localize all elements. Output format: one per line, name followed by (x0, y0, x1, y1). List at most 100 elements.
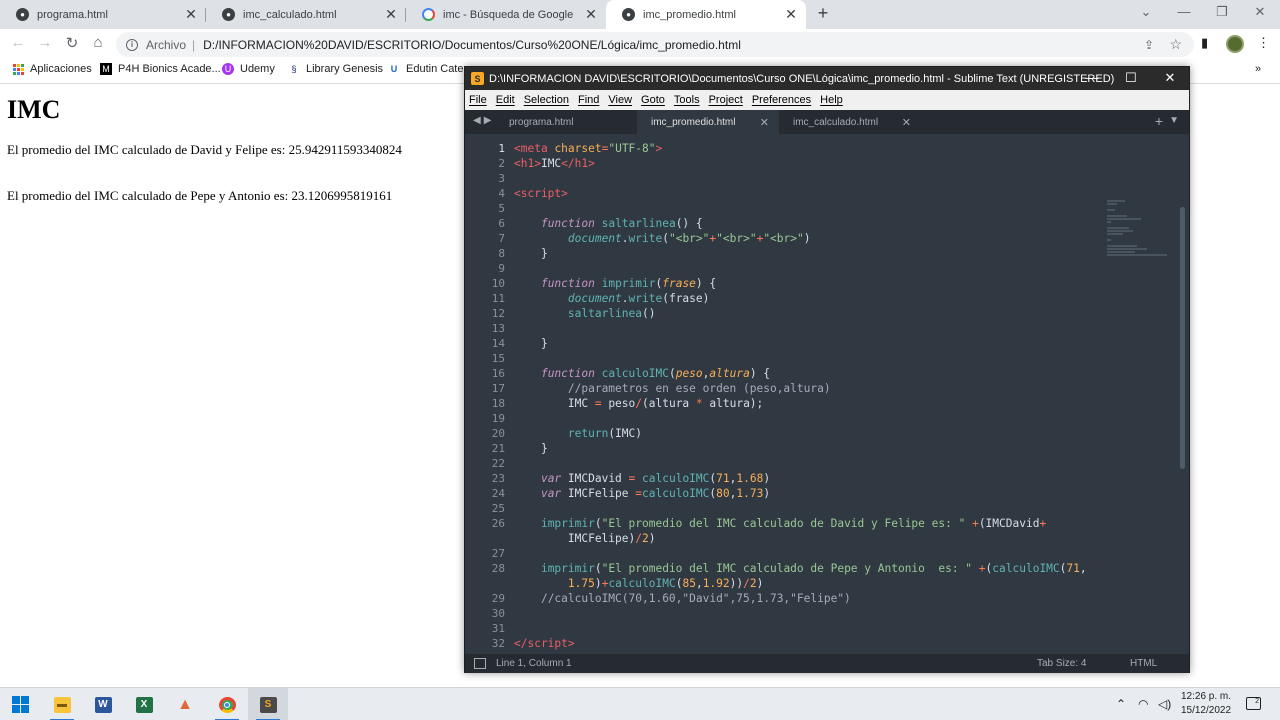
menu-goto[interactable]: Goto (641, 94, 665, 106)
menu-project[interactable]: Project (709, 94, 743, 106)
line-number: 13 (491, 322, 505, 335)
bookmark-star-icon[interactable]: ☆ (1169, 36, 1182, 53)
result-line-david-felipe: El promedio del IMC calculado de David y… (7, 142, 402, 157)
word-icon[interactable]: W (83, 688, 123, 720)
more-bookmarks-icon[interactable]: » (1255, 63, 1261, 75)
menu-selection[interactable]: Selection (524, 94, 569, 106)
tab-label: programa.html (37, 8, 108, 21)
syntax-indicator[interactable]: HTML (1130, 658, 1157, 669)
menu-tools[interactable]: Tools (674, 94, 700, 106)
close-window-icon[interactable]: ✕ (1160, 70, 1180, 86)
windows-taskbar: ▬ W X ▲ S ⌃ ◠ ◁) 12:26 p. m. 15/12/2022 … (0, 687, 1280, 720)
tab-label: imc_promedio.html (643, 8, 736, 21)
browser-tab-google-search[interactable]: imc - Búsqueda de Google ✕ (406, 0, 606, 29)
wifi-icon[interactable]: ◠ (1138, 697, 1148, 711)
bookmark-edutin[interactable]: U Edutin Categ (388, 63, 470, 75)
line-number: 17 (491, 382, 505, 395)
restore-icon[interactable]: ❐ (1212, 4, 1232, 20)
sublime-text-window: S D:\INFORMACION DAVID\ESCRITORIO\Docume… (464, 66, 1190, 673)
security-label: Archivo (146, 37, 187, 52)
cursor-position: Line 1, Column 1 (496, 658, 572, 669)
menu-edit[interactable]: Edit (496, 94, 515, 106)
bookmark-udemy[interactable]: U Udemy (222, 63, 275, 75)
sublime-title-bar[interactable]: S D:\INFORMACION DAVID\ESCRITORIO\Docume… (465, 67, 1189, 90)
matlab-icon[interactable]: ▲ (165, 688, 205, 720)
menu-help[interactable]: Help (820, 94, 843, 106)
forward-arrow-icon[interactable]: → (35, 34, 55, 51)
address-bar[interactable]: i Archivo | D:/INFORMACION%20DAVID/ESCRI… (116, 32, 1194, 57)
side-panel-icon[interactable]: ▮ (1201, 35, 1208, 51)
minimize-icon[interactable]: — (1082, 70, 1102, 85)
home-icon[interactable]: ⌂ (88, 34, 108, 51)
chevron-up-icon[interactable]: ⌃ (1116, 697, 1126, 711)
avatar[interactable] (1226, 35, 1244, 53)
line-number: 10 (491, 277, 505, 290)
more-menu-icon[interactable]: ⋮ (1257, 35, 1270, 51)
menu-preferences[interactable]: Preferences (752, 94, 811, 106)
reload-icon[interactable]: ↻ (62, 34, 82, 52)
line-number: 4 (498, 187, 505, 200)
close-window-icon[interactable]: ✕ (1250, 4, 1270, 20)
close-icon[interactable]: ✕ (382, 6, 400, 23)
url-text[interactable]: D:/INFORMACION%20DAVID/ESCRITORIO/Docume… (203, 38, 741, 52)
code-editor[interactable]: 1 2 3 4 5 6 7 8 9 10 11 12 13 14 15 16 17 18 19 20 21 22 23 24 2… (465, 134, 1189, 654)
sublime-status-bar: Line 1, Column 1 Tab Size: 4 HTML (465, 654, 1189, 673)
line-number: 3 (498, 172, 505, 185)
bookmark-apps[interactable]: Aplicaciones (12, 63, 92, 75)
new-tab-icon[interactable]: + (1155, 113, 1163, 129)
scrollbar[interactable] (1180, 207, 1185, 469)
menu-find[interactable]: Find (578, 94, 599, 106)
browser-tab-imc-promedio[interactable]: ● imc_promedio.html ✕ (606, 0, 806, 29)
close-icon[interactable]: ✕ (902, 116, 911, 129)
line-number (465, 531, 505, 546)
volume-icon[interactable]: ◁) (1158, 697, 1171, 711)
code-area[interactable]: <meta charset="UTF-8"> <h1>IMC</h1> <scr… (514, 141, 1114, 651)
share-icon[interactable]: ⇪ (1144, 38, 1154, 52)
system-clock[interactable]: 12:26 p. m. 15/12/2022 (1176, 690, 1236, 718)
sublime-menu-bar: File Edit Selection Find View Goto Tools… (465, 90, 1189, 110)
chrome-icon[interactable] (207, 688, 247, 720)
notification-icon[interactable]: 2 (1246, 697, 1261, 710)
line-number-gutter: 1 2 3 4 5 6 7 8 9 10 11 12 13 14 15 16 17 18 19 20 21 22 23 24 2… (465, 141, 505, 651)
new-tab-button[interactable]: + (813, 3, 833, 25)
tab-size-indicator[interactable]: Tab Size: 4 (1037, 658, 1086, 669)
excel-icon[interactable]: X (124, 688, 164, 720)
close-icon[interactable]: ✕ (182, 6, 200, 23)
close-icon[interactable]: ✕ (782, 6, 800, 23)
bookmark-p4h[interactable]: M P4H Bionics Acade... (100, 63, 221, 75)
chevron-down-icon[interactable]: ▼ (1169, 115, 1179, 126)
close-icon[interactable]: ✕ (760, 116, 769, 129)
menu-view[interactable]: View (608, 94, 632, 106)
google-icon (422, 8, 435, 21)
sublime-tab-imc-promedio[interactable]: imc_promedio.html ✕ (637, 110, 779, 134)
close-icon[interactable]: ✕ (582, 6, 600, 23)
windows-start-icon[interactable] (0, 688, 40, 720)
info-icon[interactable]: i (126, 38, 138, 51)
tab-label: imc - Búsqueda de Google (443, 8, 574, 21)
sublime-tab-programa[interactable]: programa.html (495, 110, 637, 134)
bookmark-library-genesis[interactable]: § Library Genesis (288, 63, 383, 75)
line-number: 9 (498, 262, 505, 275)
panel-toggle-icon[interactable] (474, 658, 486, 669)
result-line-pepe-antonio: El promedio del IMC calculado de Pepe y … (7, 188, 393, 203)
line-number: 16 (491, 367, 505, 380)
maximize-icon[interactable]: ☐ (1121, 70, 1141, 86)
file-explorer-icon[interactable]: ▬ (42, 688, 82, 720)
back-arrow-icon[interactable]: ← (8, 34, 28, 51)
line-number: 11 (491, 292, 505, 305)
apps-grid-icon (12, 63, 24, 75)
line-number: 18 (491, 397, 505, 410)
line-number: 19 (491, 412, 505, 425)
line-number: 21 (491, 442, 505, 455)
minimap[interactable] (1107, 200, 1173, 260)
tab-scroll-arrows-icon[interactable]: ◀▶ (473, 115, 494, 126)
browser-tab-imc-calculado[interactable]: ● imc_calculado.html ✕ (206, 0, 406, 29)
browser-tab-programa[interactable]: ● programa.html ✕ (0, 0, 206, 29)
github-icon: ● (222, 8, 235, 21)
menu-file[interactable]: File (469, 94, 487, 106)
sublime-text-icon[interactable]: S (248, 688, 288, 720)
chevron-down-icon[interactable]: ⌄ (1136, 4, 1156, 20)
sublime-tab-imc-calculado[interactable]: imc_calculado.html ✕ (779, 110, 921, 134)
minimize-icon[interactable]: — (1174, 4, 1194, 19)
line-number (465, 576, 505, 591)
